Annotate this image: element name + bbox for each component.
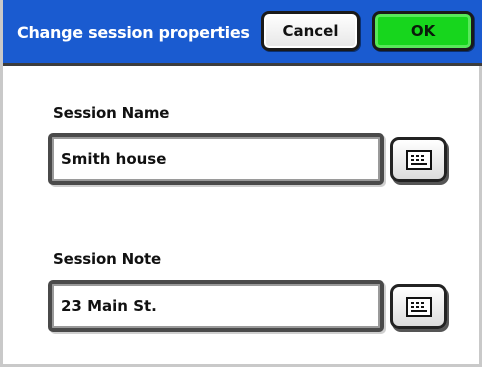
session-note-value: 23 Main St. (61, 297, 157, 315)
session-note-label: Session Note (53, 250, 161, 268)
session-note-keyboard-button[interactable] (390, 284, 447, 329)
session-name-label: Session Name (53, 104, 170, 122)
session-name-value: Smith house (61, 150, 167, 168)
session-name-keyboard-button[interactable] (390, 137, 447, 182)
ok-button[interactable]: OK (372, 11, 474, 51)
keyboard-icon (405, 296, 432, 317)
dialog-header: Change session properties Cancel OK (3, 0, 482, 66)
session-properties-dialog: Change session properties Cancel OK Sess… (0, 0, 482, 367)
session-name-field[interactable]: Smith house (48, 133, 384, 185)
keyboard-icon (405, 149, 432, 170)
dialog-title: Change session properties (17, 23, 250, 42)
cancel-button[interactable]: Cancel (261, 11, 360, 51)
session-note-field[interactable]: 23 Main St. (48, 280, 384, 332)
